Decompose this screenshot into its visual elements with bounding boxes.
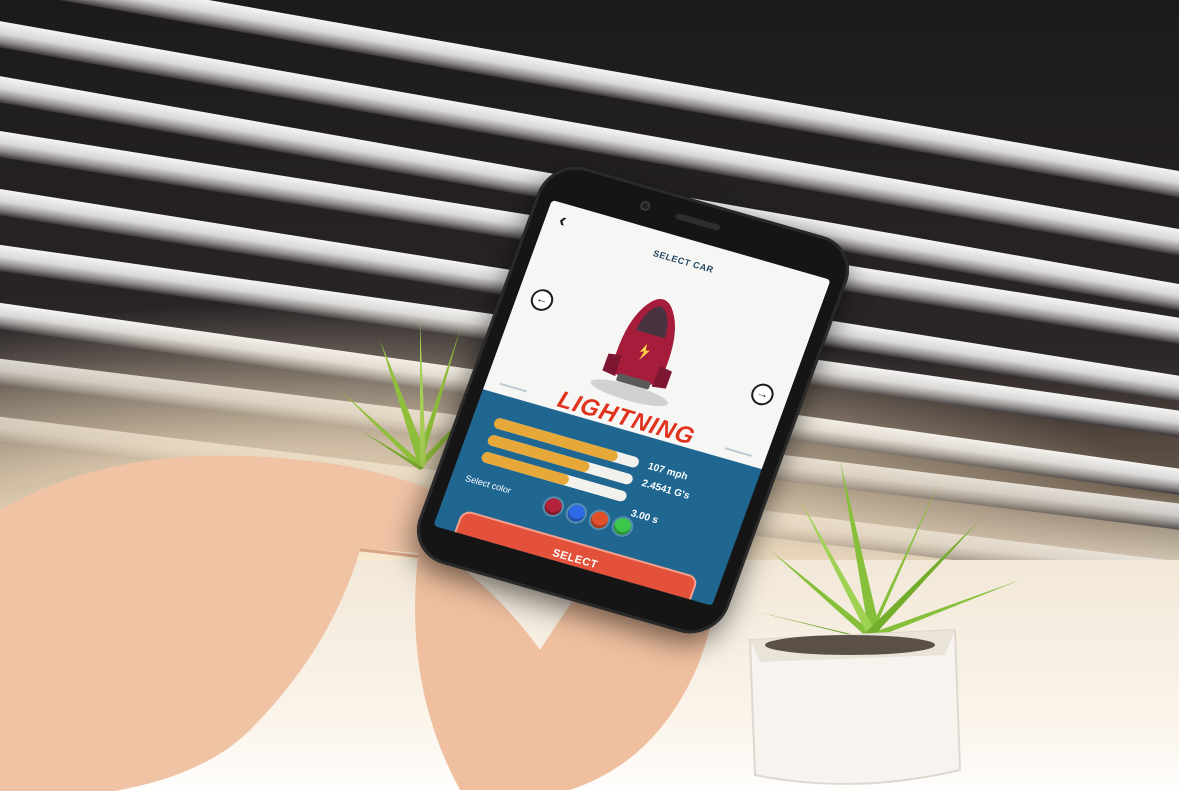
speaker-grille [674,212,721,232]
speed-value: 107 mph [646,461,690,483]
color-swatch-orange[interactable] [588,509,611,531]
photo-scene: ‹ SELECT CAR ← → LIGHTNING 107 mph 2.454… [0,0,1179,791]
color-swatch-green[interactable] [611,516,634,537]
front-camera-icon [638,199,652,212]
color-label: Select color [463,473,513,496]
color-swatch-crimson[interactable] [542,496,565,518]
color-swatch-blue[interactable] [565,502,588,524]
time-value: 3.00 s [629,508,660,527]
